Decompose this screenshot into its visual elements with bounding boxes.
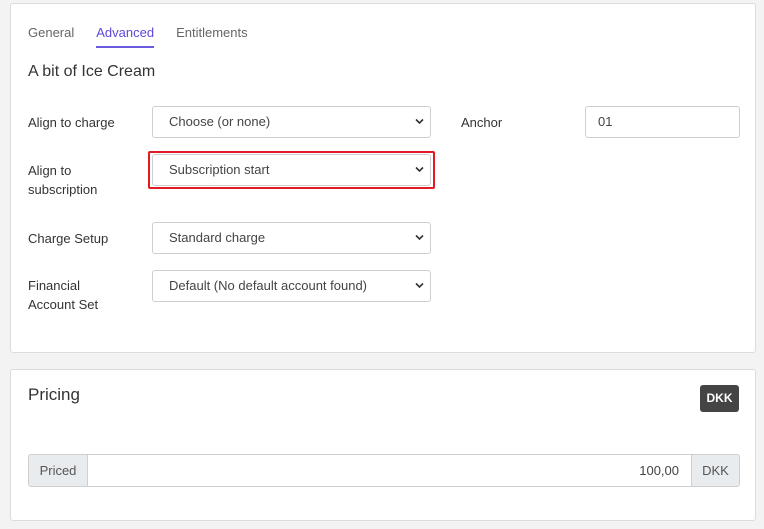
advanced-card: General Advanced Entitlements A bit of I… xyxy=(10,3,756,353)
pricing-card: Pricing DKK Priced 100,00 DKK xyxy=(10,369,756,521)
price-input[interactable]: 100,00 xyxy=(88,454,691,487)
align-to-subscription-label-line2: subscription xyxy=(28,182,98,197)
tab-general[interactable]: General xyxy=(28,24,74,48)
align-to-charge-label: Align to charge xyxy=(28,115,115,130)
financial-account-set-select[interactable]: Default (No default account found) xyxy=(152,270,431,302)
currency-addon: DKK xyxy=(691,454,740,487)
financial-account-set-label: Financial Account Set xyxy=(28,276,98,314)
highlight-box xyxy=(148,151,435,189)
financial-account-set-label-line1: Financial xyxy=(28,278,81,293)
anchor-input[interactable]: 01 xyxy=(585,106,740,138)
anchor-value: 01 xyxy=(598,114,613,129)
pricing-title: Pricing xyxy=(28,385,80,404)
charge-setup-label: Charge Setup xyxy=(28,231,109,246)
price-input-group: Priced 100,00 DKK xyxy=(28,454,740,487)
financial-account-set-value: Default (No default account found) xyxy=(169,278,368,293)
currency-button[interactable]: DKK xyxy=(700,385,739,412)
tab-bar: General Advanced Entitlements xyxy=(28,24,270,48)
chevron-down-icon xyxy=(415,282,424,289)
tab-entitlements[interactable]: Entitlements xyxy=(176,24,248,48)
financial-account-set-label-line2: Account Set xyxy=(28,297,99,312)
align-to-subscription-label-line1: Align to xyxy=(28,163,72,178)
align-to-subscription-label: Align to subscription xyxy=(28,161,97,199)
priced-addon: Priced xyxy=(28,454,88,487)
align-to-charge-value: Choose (or none) xyxy=(169,114,271,129)
anchor-label: Anchor xyxy=(461,115,503,130)
charge-setup-value: Standard charge xyxy=(169,230,266,245)
chevron-down-icon xyxy=(415,118,424,125)
tab-advanced[interactable]: Advanced xyxy=(96,24,155,48)
align-to-charge-select[interactable]: Choose (or none) xyxy=(152,106,431,138)
chevron-down-icon xyxy=(415,234,424,241)
charge-setup-select[interactable]: Standard charge xyxy=(152,222,431,254)
product-title: A bit of Ice Cream xyxy=(28,63,156,80)
